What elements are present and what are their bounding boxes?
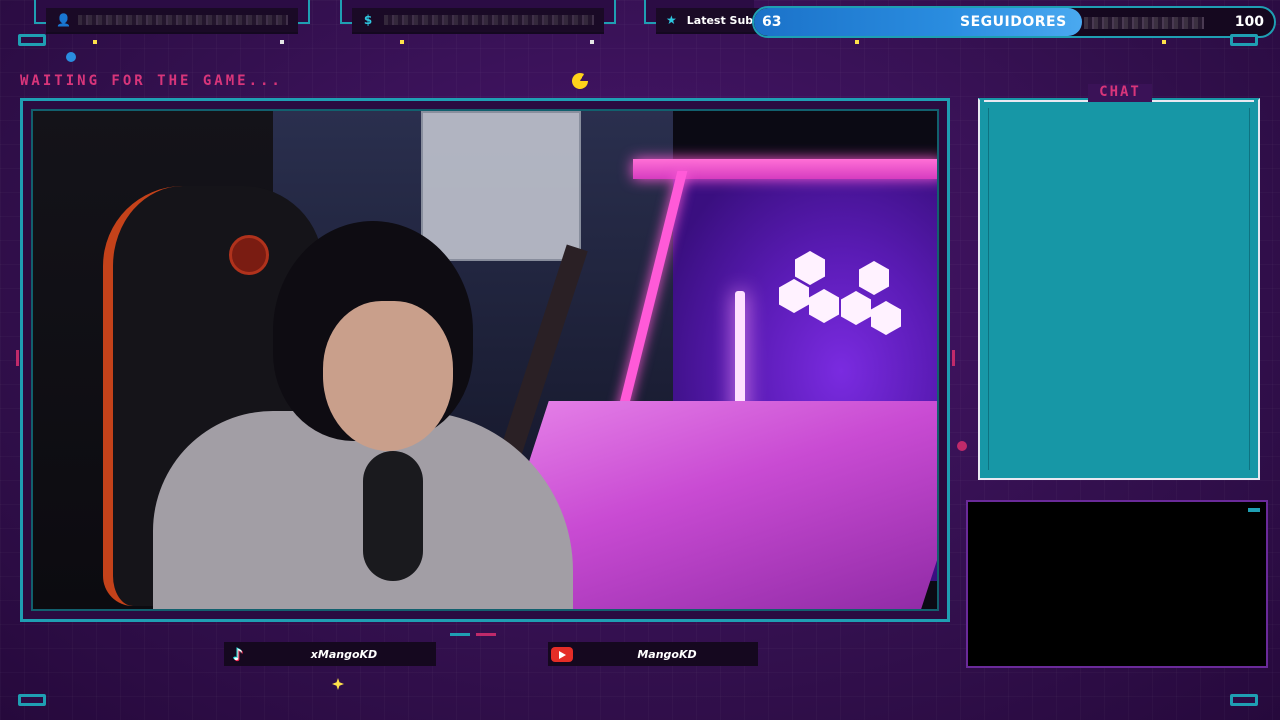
latest-subscriber-label: Latest Subscrib	[686, 13, 756, 27]
bottom-dash-pink	[476, 633, 496, 636]
pip	[400, 40, 404, 44]
follower-goal-target: 100	[1234, 14, 1264, 30]
user-icon: 👤	[56, 13, 71, 27]
star-icon: ★	[666, 13, 677, 27]
scene-chair-logo	[229, 235, 269, 275]
bottom-dash-cyan	[450, 633, 470, 636]
alert-panel	[966, 500, 1268, 668]
scene-microphone	[363, 451, 423, 581]
scene-whiteboard	[421, 111, 581, 261]
webcam-feed	[31, 109, 939, 611]
tiktok-handle: xMangoKD	[310, 647, 378, 661]
side-accent	[20, 494, 23, 524]
blue-dot	[66, 52, 76, 62]
waiting-for-game-text: WAITING FOR THE GAME...	[20, 73, 283, 89]
youtube-handle: MangoKD	[637, 647, 697, 661]
scene-person-face	[323, 301, 453, 451]
pip	[280, 40, 284, 44]
follower-bar-noise	[1084, 17, 1204, 29]
chat-title: CHAT	[1088, 84, 1152, 102]
corner-tick-bottom-left	[18, 694, 46, 706]
corner-tick-bottom-right	[1230, 694, 1258, 706]
corner-tick-top-left	[18, 34, 46, 46]
follower-goal-bar: 63 SEGUIDORES 100	[752, 6, 1276, 38]
top-slot-2-placeholder	[384, 15, 594, 25]
youtube-icon	[551, 646, 573, 662]
side-accent	[20, 196, 23, 226]
pip	[855, 40, 859, 44]
tiktok-tag: ♪ xMangoKD	[224, 642, 436, 666]
top-slot-latest-donation: $	[352, 8, 604, 34]
pink-dot	[957, 441, 967, 451]
chat-panel	[978, 98, 1260, 480]
top-slot-1-placeholder	[78, 15, 288, 25]
dollar-icon: $	[363, 13, 373, 27]
top-slot-latest-subscriber: ★ Latest Subscrib	[656, 8, 766, 34]
chat-panel-edge	[988, 108, 1250, 470]
pip	[1162, 40, 1166, 44]
side-accent	[16, 350, 19, 366]
follower-goal-label: SEGUIDORES	[960, 14, 1067, 30]
pip	[93, 40, 97, 44]
alert-panel-tag	[1248, 508, 1260, 512]
pip	[590, 40, 594, 44]
tiktok-icon: ♪	[232, 644, 244, 664]
webcam-frame	[20, 98, 950, 622]
side-accent	[952, 350, 955, 366]
youtube-tag: MangoKD	[548, 642, 758, 666]
top-slot-latest-follower: 👤	[46, 8, 298, 34]
follower-count: 63	[762, 14, 782, 30]
corner-tick-top-right	[1230, 34, 1258, 46]
